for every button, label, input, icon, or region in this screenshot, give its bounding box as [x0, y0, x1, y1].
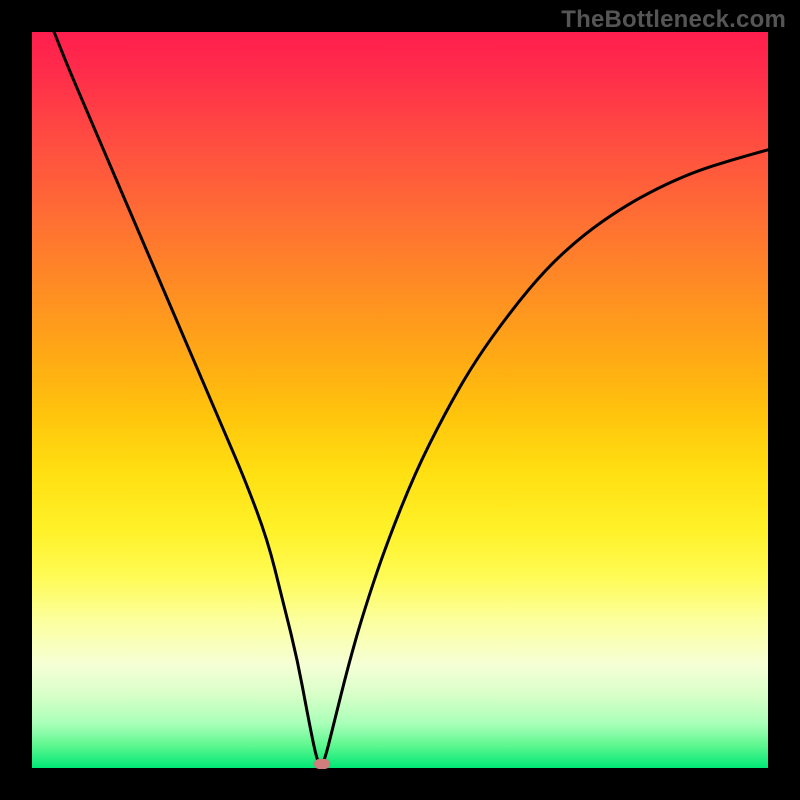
watermark-text: TheBottleneck.com	[561, 6, 786, 34]
chart-frame: TheBottleneck.com	[0, 0, 800, 800]
bottleneck-curve	[32, 32, 768, 768]
plot-area	[32, 32, 768, 768]
optimal-point-marker	[314, 759, 330, 769]
